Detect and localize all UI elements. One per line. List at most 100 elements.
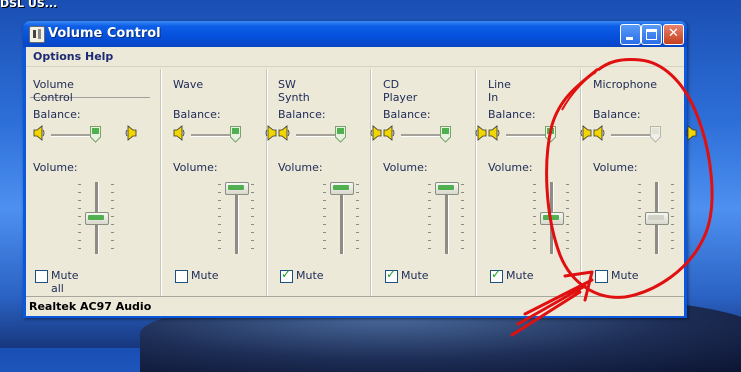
volume-slider-thumb[interactable]: [85, 212, 109, 225]
channel-label: Wave: [173, 78, 204, 91]
volume-tick: [356, 192, 359, 193]
volume-slider-thumb[interactable]: [540, 212, 564, 225]
balance-slider-thumb[interactable]: [440, 126, 451, 143]
column-divider: [160, 69, 162, 313]
title-bar[interactable]: Volume Control ✕: [23, 21, 687, 47]
volume-tick: [533, 208, 536, 209]
volume-label: Volume:: [173, 161, 218, 174]
window-title: Volume Control: [48, 26, 161, 41]
volume-tick: [78, 224, 81, 225]
volume-slider-thumb[interactable]: [645, 212, 669, 225]
volume-tick: [323, 200, 326, 201]
volume-tick: [533, 216, 536, 217]
volume-tick: [566, 240, 569, 241]
balance-slider-thumb[interactable]: [650, 126, 661, 143]
volume-tick: [566, 232, 569, 233]
volume-tick: [638, 248, 641, 249]
volume-tick: [428, 240, 431, 241]
volume-tick: [78, 200, 81, 201]
volume-tick: [566, 248, 569, 249]
volume-tick: [566, 200, 569, 201]
menu-bar: Options Help: [26, 47, 684, 67]
volume-tick: [533, 240, 536, 241]
balance-slider-thumb[interactable]: [230, 126, 241, 143]
volume-tick: [461, 208, 464, 209]
column-divider: [266, 69, 268, 313]
volume-tick: [533, 184, 536, 185]
volume-tick: [78, 232, 81, 233]
volume-tick: [218, 216, 221, 217]
client-area: Options Help Volume Control Balance: Volum…: [26, 47, 697, 316]
volume-tick: [323, 192, 326, 193]
speaker-left-icon: [278, 125, 290, 141]
volume-slider-thumb[interactable]: [330, 182, 354, 195]
volume-slider-thumb[interactable]: [225, 182, 249, 195]
mute-label: Mute: [401, 269, 429, 282]
volume-tick: [323, 216, 326, 217]
volume-tick: [428, 200, 431, 201]
volume-tick: [533, 248, 536, 249]
balance-slider-thumb[interactable]: [545, 126, 556, 143]
volume-tick: [671, 232, 674, 233]
mute-label: Mute: [191, 269, 219, 282]
volume-tick: [638, 184, 641, 185]
minimize-button[interactable]: [620, 24, 641, 45]
volume-tick: [428, 184, 431, 185]
speaker-left-icon: [593, 125, 605, 141]
volume-label: Volume:: [593, 161, 638, 174]
volume-tick: [356, 248, 359, 249]
volume-tick: [251, 232, 254, 233]
menu-help[interactable]: Help: [85, 50, 113, 63]
volume-tick: [461, 184, 464, 185]
volume-tick: [533, 224, 536, 225]
volume-tick: [111, 192, 114, 193]
volume-app-icon[interactable]: [29, 26, 45, 43]
mute-checkbox[interactable]: ✓: [490, 267, 503, 283]
volume-tick: [78, 184, 81, 185]
menu-options[interactable]: Options: [33, 50, 81, 63]
checkmark-icon: ✓: [386, 267, 397, 281]
volume-tick: [323, 208, 326, 209]
volume-tick: [638, 208, 641, 209]
volume-tick: [356, 216, 359, 217]
volume-slider-thumb[interactable]: [435, 182, 459, 195]
volume-tick: [78, 240, 81, 241]
column-divider: [475, 69, 477, 313]
maximize-button[interactable]: [641, 24, 662, 45]
balance-label: Balance:: [593, 108, 641, 121]
mute-checkbox[interactable]: [35, 270, 48, 283]
speaker-right-icon: [580, 125, 592, 141]
volume-tick: [111, 208, 114, 209]
volume-tick: [566, 192, 569, 193]
balance-label: Balance:: [173, 108, 221, 121]
volume-tick: [251, 240, 254, 241]
close-button[interactable]: ✕: [663, 24, 684, 45]
mute-checkbox[interactable]: [175, 270, 188, 283]
volume-tick: [323, 184, 326, 185]
mute-label: Mute: [611, 269, 639, 282]
volume-tick: [533, 200, 536, 201]
volume-tick: [428, 248, 431, 249]
volume-tick: [671, 216, 674, 217]
volume-tick: [251, 184, 254, 185]
balance-slider-thumb[interactable]: [90, 126, 101, 143]
speaker-left-icon: [383, 125, 395, 141]
volume-tick: [566, 224, 569, 225]
balance-slider-thumb[interactable]: [335, 126, 346, 143]
volume-tick: [356, 224, 359, 225]
volume-tick: [638, 232, 641, 233]
volume-label: Volume:: [383, 161, 428, 174]
volume-tick: [533, 232, 536, 233]
channel-label: SW Synth: [278, 78, 310, 104]
volume-tick: [218, 184, 221, 185]
volume-tick: [251, 248, 254, 249]
mute-checkbox[interactable]: ✓: [280, 267, 293, 283]
channel-label: CD Player: [383, 78, 418, 104]
volume-tick: [671, 200, 674, 201]
volume-control-window: Volume Control ✕ Options Help Volume Con…: [23, 21, 697, 318]
volume-tick: [428, 224, 431, 225]
mute-checkbox[interactable]: ✓: [385, 267, 398, 283]
column-divider: [580, 69, 582, 313]
volume-tick: [671, 208, 674, 209]
mute-checkbox[interactable]: [595, 270, 608, 283]
